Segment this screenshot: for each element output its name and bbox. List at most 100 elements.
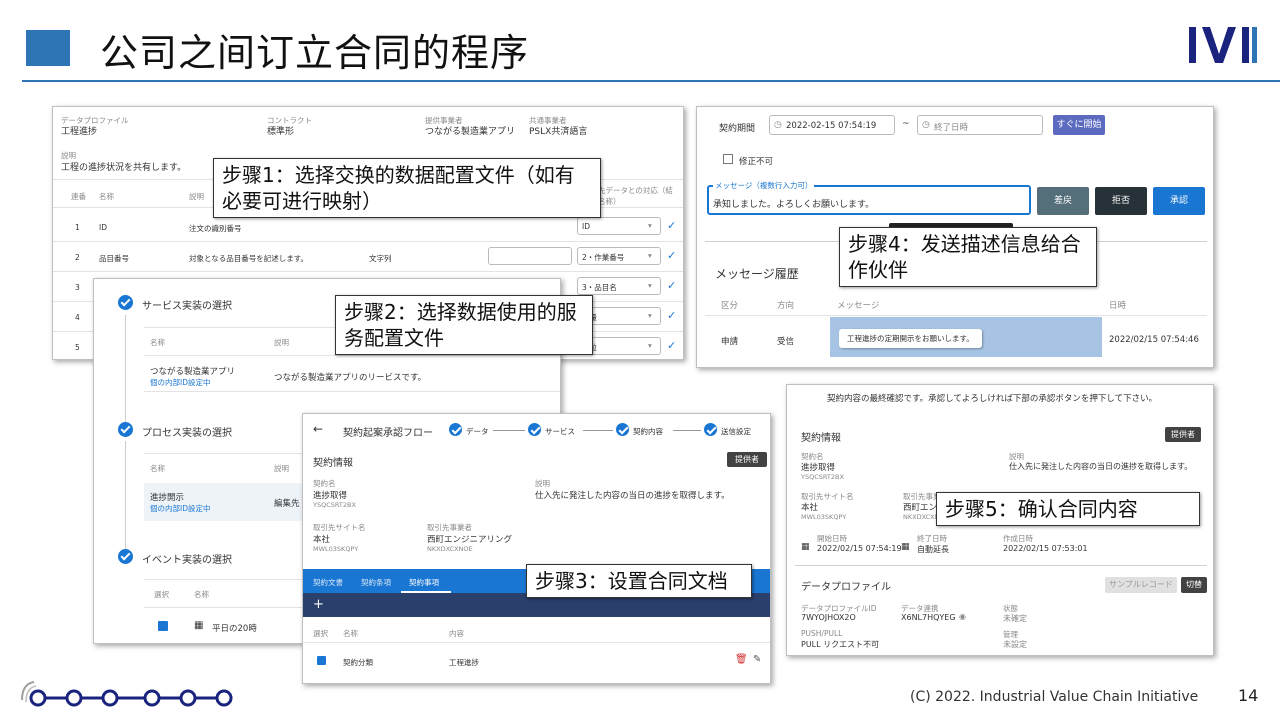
eye-icon[interactable]: ◉ (959, 612, 966, 621)
col-select: 選択 (313, 629, 328, 638)
label-contract-name: 契約名 (313, 479, 336, 488)
message-label: メッセージ（複数行入力可） (713, 180, 815, 191)
sample-record-button[interactable]: サンプルレコード (1105, 577, 1177, 593)
label-end: 終了日時 (917, 534, 947, 543)
row-content: 工程進捗 (449, 658, 479, 667)
trash-icon[interactable]: 🗑 (735, 654, 748, 665)
row2-type: 文字列 (369, 254, 392, 263)
flow-title: 契約起案承認フロー (343, 428, 433, 439)
provider-badge: 提供者 (1165, 427, 1201, 442)
value-created: 2022/02/15 07:53:01 (1003, 544, 1088, 553)
switch-button[interactable]: 切替 (1181, 577, 1207, 593)
check-icon: ✓ (667, 249, 677, 262)
event-checkbox[interactable] (158, 621, 168, 631)
page-number: 14 (1238, 686, 1259, 705)
ivi-logo (1189, 27, 1257, 63)
label-contract-period: 契約期間 (719, 124, 756, 134)
row1-mapping-select[interactable]: ID ▾ (577, 217, 661, 235)
message-history-title: メッセージ履歴 (715, 267, 799, 281)
tab-contract-docs[interactable]: 契約文書 (313, 577, 343, 588)
col-service-name: 名称 (150, 338, 165, 347)
section-event: イベント実装の選択 (142, 555, 232, 566)
value-partner-company-id: NKXDXCXNOE (427, 545, 473, 553)
tilde: ~ (902, 119, 910, 129)
tab-contract-items[interactable]: 契約事項 (409, 577, 439, 588)
calendar-icon: ▦ (194, 620, 204, 631)
process-row-desc: 編集先 (274, 499, 300, 509)
chevron-down-icon: ▾ (648, 221, 652, 230)
col-datetime: 日時 (1109, 301, 1127, 311)
chevron-down-icon: ▾ (648, 281, 652, 290)
col-process-desc: 説明 (274, 464, 289, 473)
service-row-sub: 個の内部ID設定中 (150, 378, 211, 387)
row-checkbox[interactable] (317, 656, 326, 665)
value-start: 2022/02/15 07:54:19 (817, 544, 902, 553)
chain-decoration (21, 681, 233, 707)
title-underline (22, 80, 1280, 82)
back-arrow-icon[interactable]: ← (313, 422, 323, 436)
value-status: 未確定 (1003, 614, 1027, 623)
row3-no: 3 (75, 283, 80, 292)
check-icon: ✓ (667, 339, 677, 352)
row4-no: 4 (75, 313, 80, 322)
clock-icon: ◷ (774, 120, 782, 130)
col-process-name: 名称 (150, 464, 165, 473)
row2-name: 品目番号 (99, 254, 129, 263)
title-accent-square (26, 30, 70, 66)
value-service-id: X6NL7HQYEG (901, 613, 956, 622)
approve-button[interactable]: 承認 (1153, 187, 1205, 215)
step-data: データ (466, 427, 489, 436)
value-push-pull: PULL リクエスト不可 (801, 640, 880, 649)
slide-title: 公司之间订立合同的程序 (100, 31, 530, 75)
add-icon[interactable]: + (313, 597, 324, 612)
step-service: サービス (545, 427, 575, 436)
edit-icon[interactable]: ✎ (753, 654, 761, 665)
col-type: 区分 (721, 301, 739, 311)
check-circle-icon (118, 549, 133, 564)
step-check-icon (704, 423, 717, 436)
confirm-header: 契約内容の最終確認です。承認してよろしければ下部の承認ボタンを押下して下さい。 (827, 394, 1158, 404)
check-circle-icon (118, 295, 133, 310)
row2-input[interactable] (488, 247, 572, 265)
reject-button[interactable]: 拒否 (1095, 187, 1147, 215)
row-direction: 受信 (777, 337, 795, 347)
value-admin: 未設定 (1003, 640, 1027, 649)
value-end: 自動延長 (917, 545, 949, 554)
col-content: 内容 (449, 629, 464, 638)
calendar-icon: ▦ (801, 542, 810, 552)
section-contract-info: 契約情報 (801, 433, 841, 444)
chevron-down-icon: ▾ (648, 251, 652, 260)
value-contract-name: 進捗取得 (801, 463, 836, 473)
value-data-profile[interactable]: 工程進捗 (61, 124, 97, 137)
chevron-down-icon: ▾ (648, 311, 652, 320)
contract-flow-panel: ← 契約起案承認フロー データ サービス 契約内容 送信設定 契約情報 提供者 … (302, 413, 771, 684)
process-row-name[interactable]: 進捗開示 (150, 491, 184, 503)
section-data-profile: データプロファイル (801, 582, 891, 593)
end-date-field[interactable]: ◷ 終了日時 (917, 115, 1043, 135)
col-name: 名称 (99, 192, 114, 201)
row2-mapping-select[interactable]: 2・作業番号 ▾ (577, 247, 661, 265)
col-event-select: 選択 (154, 590, 169, 599)
row3-mapping-select[interactable]: 3・品目名 ▾ (577, 277, 661, 295)
service-row-name[interactable]: つながる製造業アプリ (150, 365, 235, 377)
label-partner-site: 取引先サイト名 (313, 523, 366, 532)
label-push-pull: PUSH/PULL (801, 629, 843, 638)
value-description: 仕入先に発注した内容の当日の進捗を取得します。 (535, 491, 730, 501)
step-check-icon (528, 423, 541, 436)
check-icon: ✓ (667, 309, 677, 322)
no-edit-label: 修正不可 (739, 157, 774, 167)
start-now-button[interactable]: すぐに開始 (1053, 115, 1105, 135)
process-row-sub: 個の内部ID設定中 (150, 504, 211, 513)
check-circle-icon (118, 422, 133, 437)
return-button[interactable]: 差戻 (1037, 187, 1089, 215)
label-start: 開始日時 (817, 534, 847, 543)
start-date-field[interactable]: ◷ 2022-02-15 07:54:19 (769, 115, 895, 135)
label-description: 説明 (535, 479, 550, 488)
tab-contract-terms[interactable]: 契約条項 (361, 577, 391, 588)
no-edit-checkbox[interactable] (723, 154, 733, 164)
check-icon: ✓ (667, 279, 677, 292)
value-partner-site: 本社 (313, 535, 331, 545)
value-contract[interactable]: 標準形 (267, 124, 294, 137)
check-icon: ✓ (667, 219, 677, 232)
label-partner-company: 取引先事業者 (427, 523, 472, 532)
